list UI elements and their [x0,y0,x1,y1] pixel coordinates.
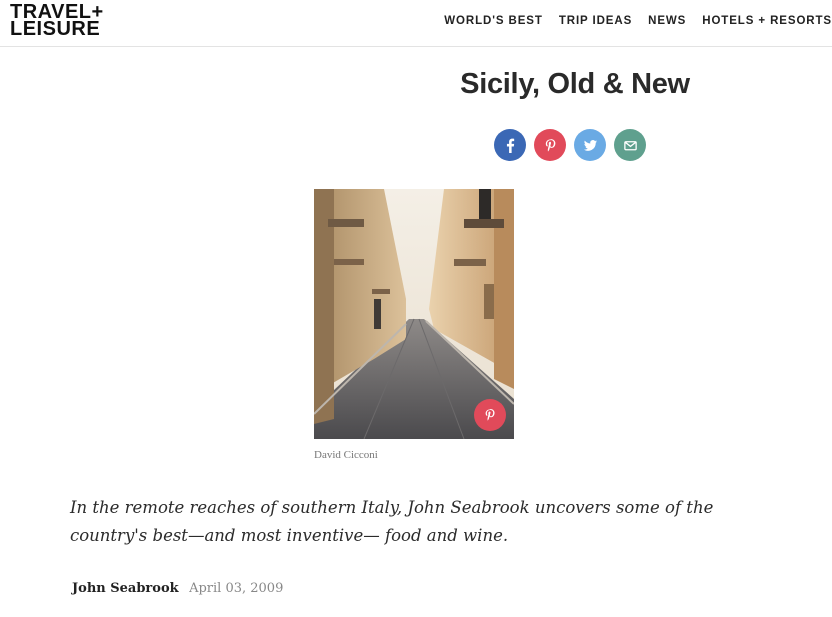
author-link[interactable]: John Seabrook [72,581,179,596]
nav-item-trip-ideas[interactable]: TRIP IDEAS [559,15,632,27]
image-credit: David Cicconi [314,449,378,461]
pinterest-icon [545,138,555,151]
share-email-button[interactable] [614,129,646,161]
article-title: Sicily, Old & New [460,68,690,100]
nav-item-hotels-resorts[interactable]: HOTELS + RESORTS [702,15,832,27]
share-facebook-button[interactable] [494,129,526,161]
mail-icon [623,140,637,150]
article-dek: In the remote reaches of southern Italy,… [70,498,714,545]
pinterest-icon [485,409,495,421]
image-pin-button[interactable] [474,399,506,431]
main-nav: WORLD'S BEST TRIP IDEAS NEWS HOTELS + RE… [428,15,832,27]
publish-date: April 03, 2009 [189,581,284,596]
site-header: TRAVEL+ LEISURE WORLD'S BEST TRIP IDEAS … [0,0,832,47]
share-twitter-button[interactable] [574,129,606,161]
facebook-icon [506,138,514,153]
nav-item-worlds-best[interactable]: WORLD'S BEST [444,15,543,27]
nav-item-news[interactable]: NEWS [648,15,686,27]
share-pinterest-button[interactable] [534,129,566,161]
byline: John Seabrook April 03, 2009 [72,579,283,597]
site-logo[interactable]: TRAVEL+ LEISURE [10,2,104,40]
share-bar [494,129,646,161]
twitter-icon [583,139,597,151]
logo-line-2: LEISURE [10,18,101,40]
